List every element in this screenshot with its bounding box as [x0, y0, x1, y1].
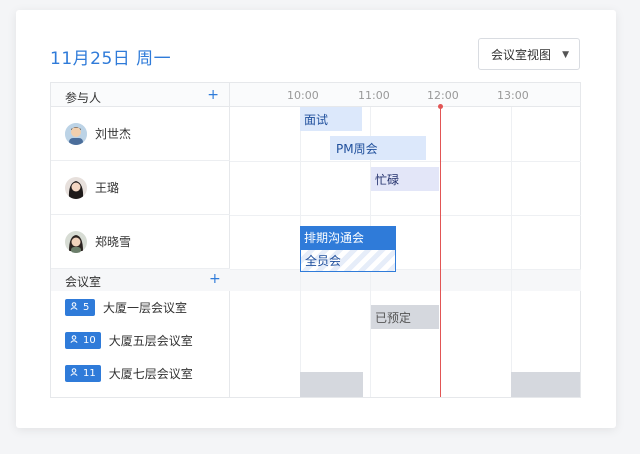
person-icon	[70, 368, 78, 379]
room-row[interactable]: 5 大厦一层会议室	[51, 291, 230, 324]
page-title: 11月25日 周一	[50, 44, 171, 69]
time-tick: 11:00	[358, 89, 390, 102]
participants-label: 参与人	[65, 91, 102, 105]
add-participant-icon[interactable]: +	[207, 88, 219, 102]
avatar	[65, 230, 87, 253]
schedule-card: 11月25日 周一 会议室视图 ▼ 参与人 + 刘世杰 王璐 郑晓雪 会议室 +…	[16, 10, 616, 428]
time-tick: 13:00	[497, 89, 529, 102]
person-name: 郑晓雪	[95, 235, 132, 249]
row-divider	[230, 161, 581, 162]
current-time-line	[440, 107, 441, 397]
view-select-value: 会议室视图	[491, 47, 552, 62]
person-icon	[70, 302, 78, 313]
room-booking-block[interactable]	[511, 372, 580, 397]
date-label: 11月25日	[50, 49, 131, 69]
person-row[interactable]: 王璐	[51, 161, 230, 215]
person-icon	[70, 335, 78, 346]
time-tick: 12:00	[427, 89, 459, 102]
room-capacity-badge: 10	[65, 332, 101, 349]
room-name: 大厦五层会议室	[108, 334, 193, 348]
room-row[interactable]: 11 大厦七层会议室	[51, 357, 230, 390]
event-schedule-sync[interactable]: 排期沟通会	[300, 226, 396, 249]
row-divider	[230, 269, 581, 270]
event-all-hands[interactable]: 全员会	[300, 249, 396, 272]
timeline: 10:00 11:00 12:00 13:00 面试 PM周会 忙碌 排期沟通会…	[230, 83, 581, 397]
event-interview[interactable]: 面试	[300, 107, 362, 131]
room-name: 大厦一层会议室	[103, 301, 188, 315]
add-room-icon[interactable]: +	[209, 272, 221, 286]
grid-line	[511, 107, 512, 397]
caret-down-icon: ▼	[562, 50, 569, 60]
event-busy[interactable]: 忙碌	[371, 167, 439, 191]
person-row[interactable]: 刘世杰	[51, 107, 230, 161]
room-booking-block[interactable]	[300, 372, 363, 397]
person-name: 王璐	[95, 181, 120, 195]
time-tick: 10:00	[287, 89, 319, 102]
schedule-grid: 参与人 + 刘世杰 王璐 郑晓雪 会议室 + 5 大厦一层会议室 10 大厦五层…	[50, 82, 581, 398]
person-name: 刘世杰	[95, 127, 132, 141]
view-select[interactable]: 会议室视图 ▼	[478, 38, 580, 70]
event-booked[interactable]: 已预定	[371, 305, 439, 329]
rooms-label: 会议室	[65, 275, 102, 289]
person-row[interactable]: 郑晓雪	[51, 215, 230, 269]
room-name: 大厦七层会议室	[108, 367, 193, 381]
weekday-label: 周一	[136, 49, 172, 69]
row-divider	[230, 215, 581, 216]
room-capacity-badge: 11	[65, 365, 101, 382]
avatar	[65, 176, 87, 199]
avatar	[65, 122, 87, 145]
event-pm-weekly[interactable]: PM周会	[330, 136, 426, 160]
room-capacity-badge: 5	[65, 299, 95, 316]
room-row[interactable]: 10 大厦五层会议室	[51, 324, 230, 357]
